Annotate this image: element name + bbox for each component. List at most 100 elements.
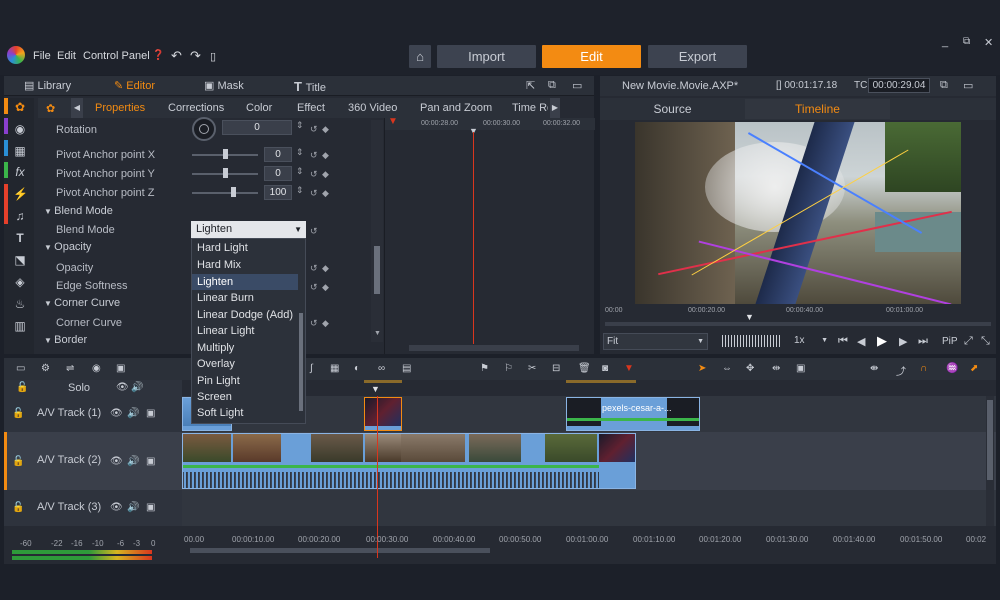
keyframe-icon[interactable]: ◆	[322, 282, 329, 293]
expand-icon[interactable]: ⤡	[981, 335, 990, 348]
step-back-icon[interactable]: ◀	[857, 335, 865, 348]
pivot-y-slider-knob[interactable]	[223, 168, 228, 178]
keyframe-icon[interactable]: ◆	[322, 124, 329, 135]
ripple-icon[interactable]: ⤴	[896, 363, 906, 378]
track-1-name[interactable]: A/V Track (1)	[37, 407, 101, 419]
step-forward-icon[interactable]: ▶	[899, 335, 907, 348]
keyframe-marker-icon[interactable]: ▼	[388, 116, 398, 127]
keyframe-icon[interactable]: ◆	[322, 150, 329, 161]
tab-library[interactable]: ▤ Library	[24, 79, 71, 92]
snapshot-icon[interactable]: ◙	[602, 363, 608, 374]
reset-icon[interactable]: ↺	[310, 263, 318, 274]
monitor-icon[interactable]: ▣	[146, 456, 155, 467]
tab-mask[interactable]: ▣ Mask	[204, 79, 244, 92]
document-icon[interactable]: ▯	[210, 50, 216, 63]
border-group[interactable]: ▼ Border	[44, 334, 87, 346]
menu-edit[interactable]: Edit	[57, 50, 76, 62]
export-button[interactable]: Export	[648, 45, 747, 68]
speaker-icon[interactable]: 🔊	[127, 456, 139, 467]
reset-icon[interactable]: ↺	[310, 150, 318, 161]
keyframe-icon[interactable]: ◆	[322, 188, 329, 199]
go-to-end-icon[interactable]: ⏭	[918, 335, 928, 348]
go-to-start-icon[interactable]: ⏮	[838, 335, 848, 348]
tab-title[interactable]: T Title	[294, 79, 326, 94]
speaker-icon[interactable]: 🔊	[131, 382, 143, 393]
split-icon[interactable]: ⊟	[552, 363, 560, 374]
link-icon[interactable]: ∞	[378, 363, 385, 374]
track-2-clip[interactable]	[182, 433, 636, 489]
eye-icon[interactable]: 👁	[110, 408, 123, 419]
piano-icon[interactable]: ▥	[13, 319, 27, 333]
timeline-playhead-handle-icon[interactable]: ▼	[371, 384, 380, 394]
text-icon[interactable]: T	[13, 231, 27, 245]
keyframe-icon[interactable]: ◆	[322, 263, 329, 274]
zoom-select[interactable]: Fit ▼	[603, 333, 708, 350]
monitor-scrubber[interactable]	[605, 322, 991, 326]
blend-mode-group[interactable]: ▼ Blend Mode	[44, 205, 113, 217]
rotation-stepper-icon[interactable]: ⇕	[296, 120, 304, 131]
rotation-input[interactable]: 0	[222, 120, 292, 135]
pivot-x-input[interactable]: 0	[264, 147, 292, 162]
expand-tracks-icon[interactable]: ⇼	[870, 363, 878, 374]
vscrollbar-thumb[interactable]	[987, 400, 993, 480]
keyframe-hscrollbar[interactable]	[409, 345, 579, 351]
pivot-z-stepper-icon[interactable]: ⇕	[296, 185, 304, 196]
undo-icon[interactable]: ↶	[171, 48, 182, 64]
pan-zoom-icon[interactable]: ▣	[796, 363, 805, 374]
tab-editor[interactable]: ✎ Editor	[114, 79, 155, 92]
lock-icon[interactable]: 🔓	[12, 456, 24, 467]
grid-icon[interactable]: ▦	[330, 363, 339, 374]
import-button[interactable]: Import	[437, 45, 536, 68]
keyframe-playhead[interactable]	[473, 132, 474, 344]
option-linear-burn[interactable]: Linear Burn	[197, 292, 254, 304]
marker-red-icon[interactable]: ▼	[624, 363, 634, 374]
scroll-right-icon[interactable]: ▶	[550, 98, 560, 118]
subtab-360-video[interactable]: 360 Video	[348, 102, 397, 114]
track-2-name[interactable]: A/V Track (2)	[37, 454, 101, 466]
solo-label[interactable]: Solo	[68, 382, 90, 394]
pivot-z-slider[interactable]	[192, 192, 258, 194]
tab-source[interactable]: Source	[600, 99, 745, 119]
eye-icon[interactable]: 👁	[110, 502, 123, 513]
stack-icon[interactable]: ◈	[13, 275, 27, 289]
slip-icon[interactable]: ✥	[746, 363, 754, 374]
option-hard-light[interactable]: Hard Light	[197, 242, 248, 254]
pip-toggle[interactable]: PiP	[942, 336, 958, 347]
lock-icon[interactable]: 🔓	[16, 382, 28, 393]
layers-icon[interactable]: ▦	[13, 144, 27, 158]
blend-mode-select[interactable]: Lighten ▼	[191, 221, 306, 238]
track-1-clip-selected[interactable]	[364, 397, 402, 431]
restore-icon[interactable]: ⧉	[963, 36, 970, 47]
marker-icon[interactable]: ⚑	[480, 363, 489, 374]
razor-icon[interactable]: ✂	[528, 363, 536, 374]
jog-shuttle[interactable]	[722, 335, 782, 347]
home-button[interactable]: ⌂	[409, 45, 431, 68]
play-icon[interactable]: ▶	[877, 333, 887, 349]
option-overlay[interactable]: Overlay	[197, 358, 235, 370]
menu-control-panel[interactable]: Control Panel	[83, 50, 150, 62]
help-icon[interactable]: ❓	[152, 50, 164, 61]
keyframe-icon[interactable]: ◆	[322, 318, 329, 329]
option-screen[interactable]: Screen	[197, 391, 232, 403]
subtab-effect[interactable]: Effect	[297, 102, 325, 114]
trim-icon[interactable]: ⇔	[722, 363, 732, 374]
scroll-down-icon[interactable]: ▼	[374, 330, 381, 337]
lightning-icon[interactable]: ⚡	[13, 187, 28, 201]
subtab-properties[interactable]: Properties	[95, 102, 145, 114]
pivot-y-stepper-icon[interactable]: ⇕	[296, 166, 304, 177]
pin-icon[interactable]: ⇱	[526, 79, 535, 92]
option-lighten[interactable]: Lighten	[192, 274, 298, 290]
color-wheel-icon[interactable]: ◉	[13, 122, 27, 136]
option-linear-light[interactable]: Linear Light	[197, 325, 255, 337]
option-pin-light[interactable]: Pin Light	[197, 375, 240, 387]
pointer-icon[interactable]: ➤	[698, 363, 706, 374]
reset-icon[interactable]: ↺	[310, 226, 318, 237]
pivot-x-slider-knob[interactable]	[223, 149, 228, 159]
menu-file[interactable]: File	[33, 50, 51, 62]
reset-icon[interactable]: ↺	[310, 318, 318, 329]
tab-timeline[interactable]: Timeline	[745, 99, 890, 119]
dropdown-scrollbar-thumb[interactable]	[299, 313, 303, 411]
trash-icon[interactable]: 🗑	[578, 363, 591, 374]
subtab-color[interactable]: Color	[246, 102, 272, 114]
layout-icon[interactable]: ▭	[572, 79, 582, 92]
